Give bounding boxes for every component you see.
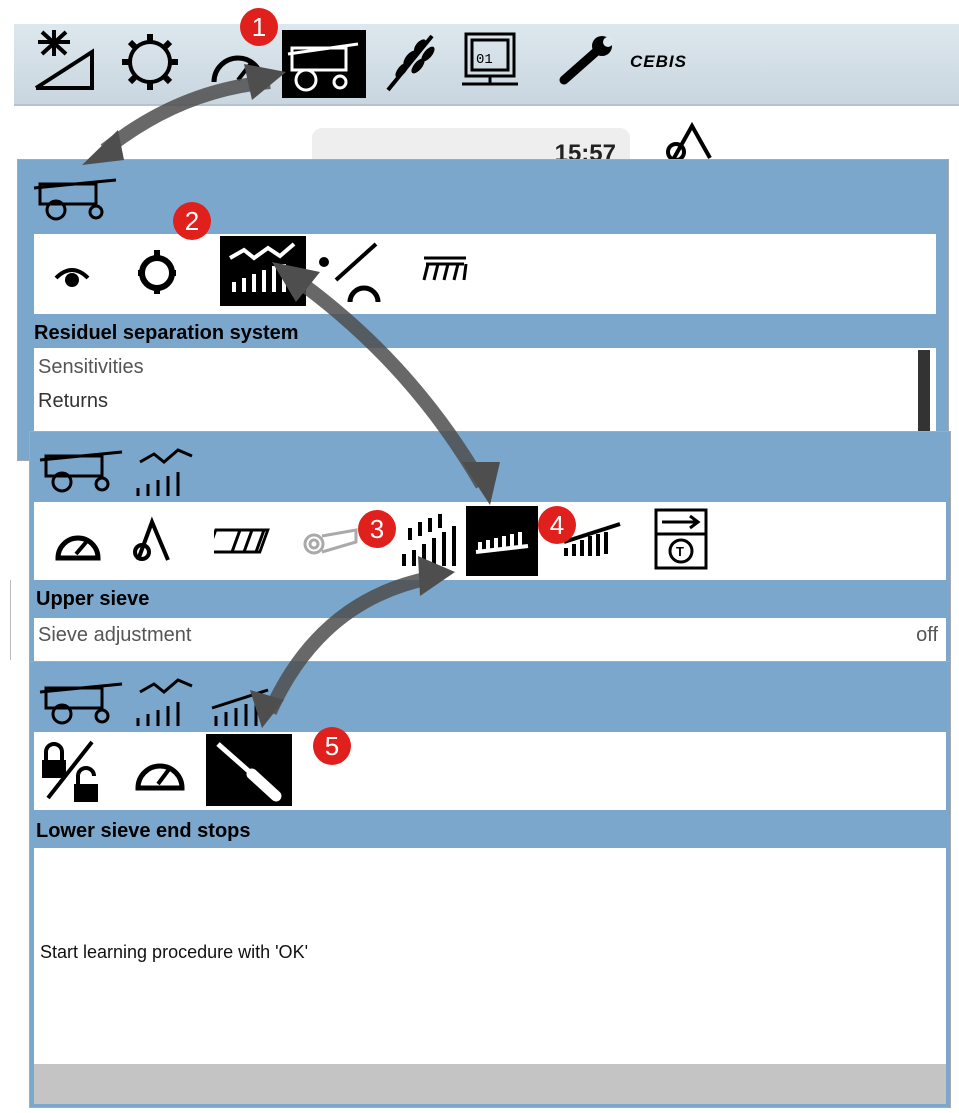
callout-badge: 5 [313, 727, 351, 765]
callout-badge: 1 [240, 8, 278, 46]
callout-badge: 3 [358, 510, 396, 548]
callout-badge: 4 [538, 506, 576, 544]
callout-badge: 2 [173, 202, 211, 240]
navigation-arrows [82, 64, 500, 728]
